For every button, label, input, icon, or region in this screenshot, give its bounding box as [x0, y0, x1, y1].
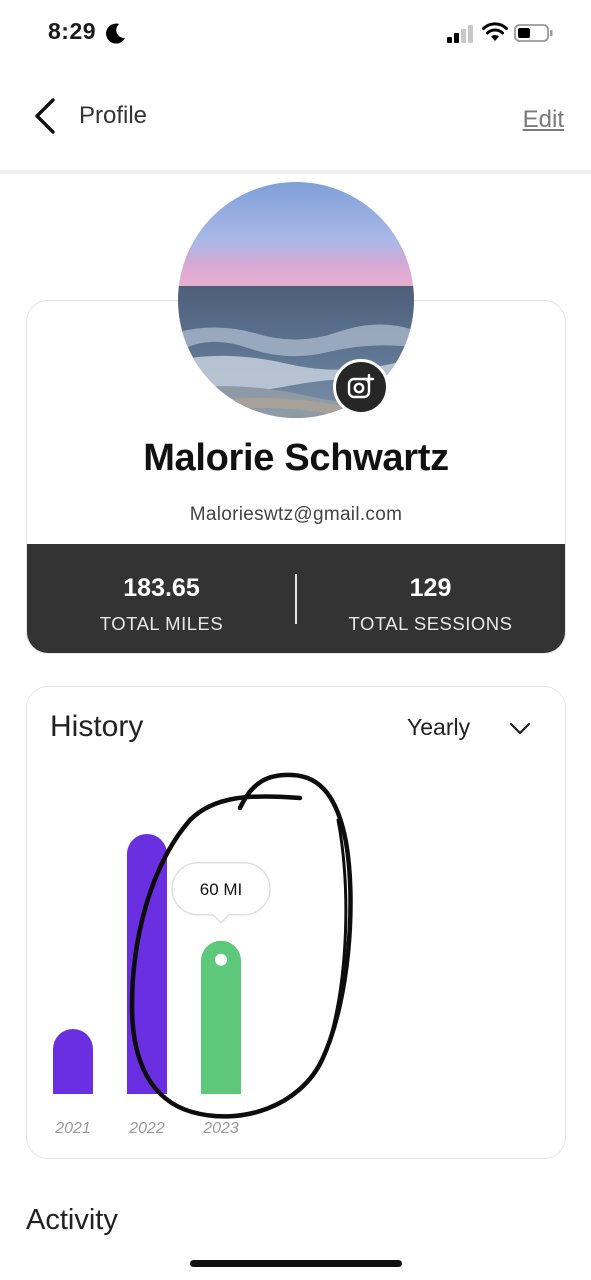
chevron-down-icon — [509, 722, 531, 735]
chart-bar-2021[interactable] — [53, 1029, 93, 1094]
period-dropdown[interactable]: Yearly — [405, 711, 545, 747]
back-button[interactable] — [24, 94, 66, 138]
camera-plus-icon — [347, 374, 375, 399]
chart-bar-2022[interactable] — [127, 834, 167, 1094]
history-card: History Yearly — [26, 686, 566, 1159]
stat-label: TOTAL SESSIONS — [348, 613, 513, 634]
stat-total-sessions: 129 TOTAL SESSIONS — [296, 544, 565, 653]
nav-header: Profile Edit — [0, 66, 591, 174]
history-title: History — [50, 710, 144, 743]
camera-button[interactable] — [333, 359, 389, 415]
home-indicator — [190, 1260, 402, 1267]
profile-name: Malorie Schwartz — [143, 437, 449, 479]
stat-label: TOTAL MILES — [99, 613, 224, 634]
stat-value: 183.65 — [123, 574, 200, 602]
status-time: 8:29 — [48, 18, 97, 44]
page-title: Profile — [79, 102, 148, 129]
period-selected-value: Yearly — [407, 714, 471, 740]
stat-value: 129 — [409, 574, 452, 602]
moon-icon — [106, 23, 125, 44]
wifi-icon — [482, 22, 508, 41]
cellular-signal-icon — [447, 25, 473, 43]
profile-email: Malorieswtz@gmail.com — [189, 504, 403, 525]
stats-bar: 183.65 TOTAL MILES 129 TOTAL SESSIONS — [27, 544, 565, 653]
chevron-left-icon — [35, 98, 55, 134]
chart-bar-2023[interactable] — [201, 940, 241, 1094]
edit-button[interactable]: Edit — [523, 106, 564, 134]
activity-title: Activity — [26, 1204, 118, 1236]
stat-total-miles: 183.65 TOTAL MILES — [27, 544, 296, 653]
battery-icon — [514, 24, 553, 42]
status-bar: 8:29 — [0, 0, 591, 66]
